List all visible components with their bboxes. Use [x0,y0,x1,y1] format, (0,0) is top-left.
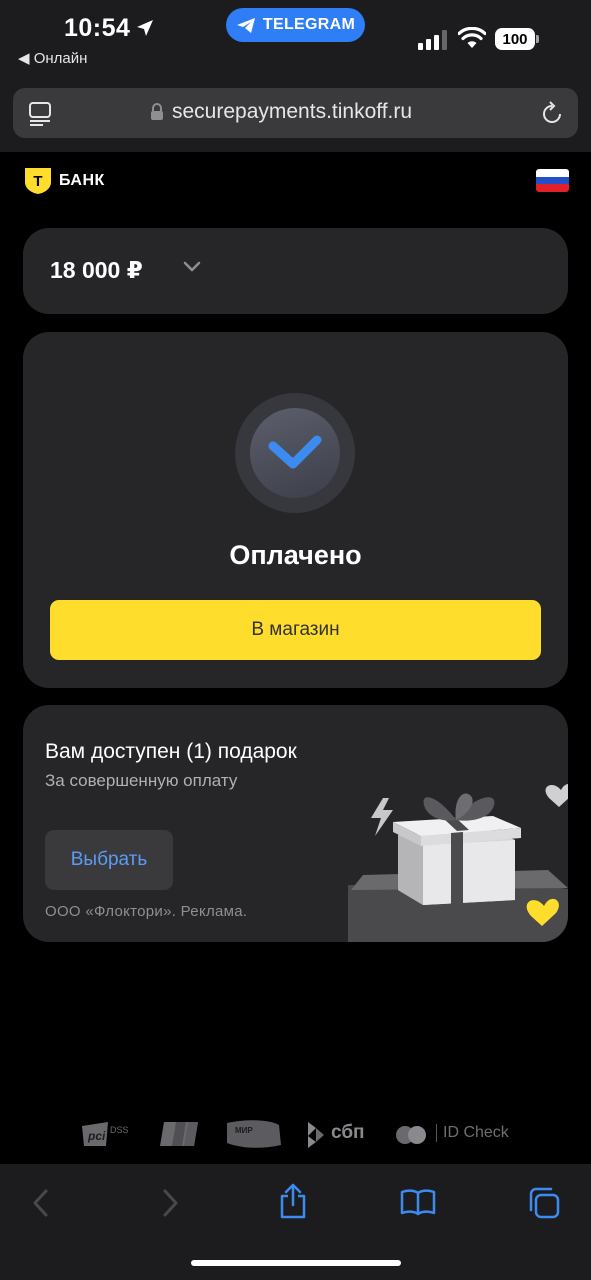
payment-security-logos: pci DSS МИР сбп ID Check [0,1117,591,1151]
bank-shield-icon: Т [25,168,51,194]
status-bar: 10:54 ◀ Онлайн TELEGRAM 100 [0,0,591,80]
choose-gift-button[interactable]: Выбрать [45,830,173,890]
gift-offer-card: Вам доступен (1) подарок За совершенную … [23,705,568,942]
telegram-plane-icon [236,17,255,33]
payment-amount: 18 000 ₽ [50,257,143,283]
status-time: 10:54 [64,14,131,42]
checkmark-icon [268,435,322,469]
mastercard-logo-icon [396,1126,426,1144]
gift-subtitle: За совершенную оплату [45,771,238,790]
browser-address-bar: securepayments.tinkoff.ru [0,80,591,152]
payment-status-card: Оплачено В магазин [23,332,568,688]
forward-arrow-icon[interactable] [160,1189,180,1217]
unionpay-logo-icon [160,1122,198,1146]
id-check-label: ID Check [436,1124,509,1142]
home-indicator[interactable] [191,1260,401,1266]
book-icon[interactable] [400,1188,436,1216]
reload-icon[interactable] [540,100,564,126]
svg-text:pci: pci [87,1129,106,1143]
gift-illustration [348,784,568,942]
logo-letter: Т [33,173,42,190]
wifi-icon [458,27,486,48]
browser-toolbar [0,1164,591,1280]
tabs-icon[interactable] [527,1186,561,1220]
reader-mode-icon[interactable] [29,102,51,126]
location-arrow-icon [137,20,153,36]
amount-card[interactable]: 18 000 ₽ [23,228,568,314]
battery-tip [536,35,539,43]
gift-title: Вам доступен (1) подарок [45,740,297,763]
telegram-pill[interactable]: TELEGRAM [226,8,365,42]
pci-dss-logo-icon: pci DSS [82,1122,129,1146]
back-to-app-link[interactable]: ◀ Онлайн [18,49,87,67]
lock-icon [151,103,163,120]
sbp-logo-icon [308,1122,324,1148]
cellular-signal-icon [418,30,447,50]
paid-status-title: Оплачено [229,540,362,570]
mir-label: МИР [235,1126,253,1135]
url-field[interactable]: securepayments.tinkoff.ru [13,88,578,138]
battery-indicator: 100 [495,28,535,50]
mir-accept-logo-icon: МИР [227,1120,281,1148]
ad-disclaimer: ООО «Флоктори». Реклама. [45,903,248,920]
language-flag-ru[interactable] [536,169,569,192]
url-text: securepayments.tinkoff.ru [172,100,413,123]
bank-logo: Т БАНК [24,167,105,195]
to-shop-button[interactable]: В магазин [50,600,541,660]
back-arrow-icon[interactable] [31,1189,51,1217]
chevron-down-icon[interactable] [183,261,201,273]
telegram-pill-label: TELEGRAM [262,16,356,33]
bank-name: БАНК [59,172,105,189]
share-icon[interactable] [278,1183,308,1219]
pci-dss-label: DSS [110,1125,129,1135]
sbp-label: сбп [331,1122,365,1143]
